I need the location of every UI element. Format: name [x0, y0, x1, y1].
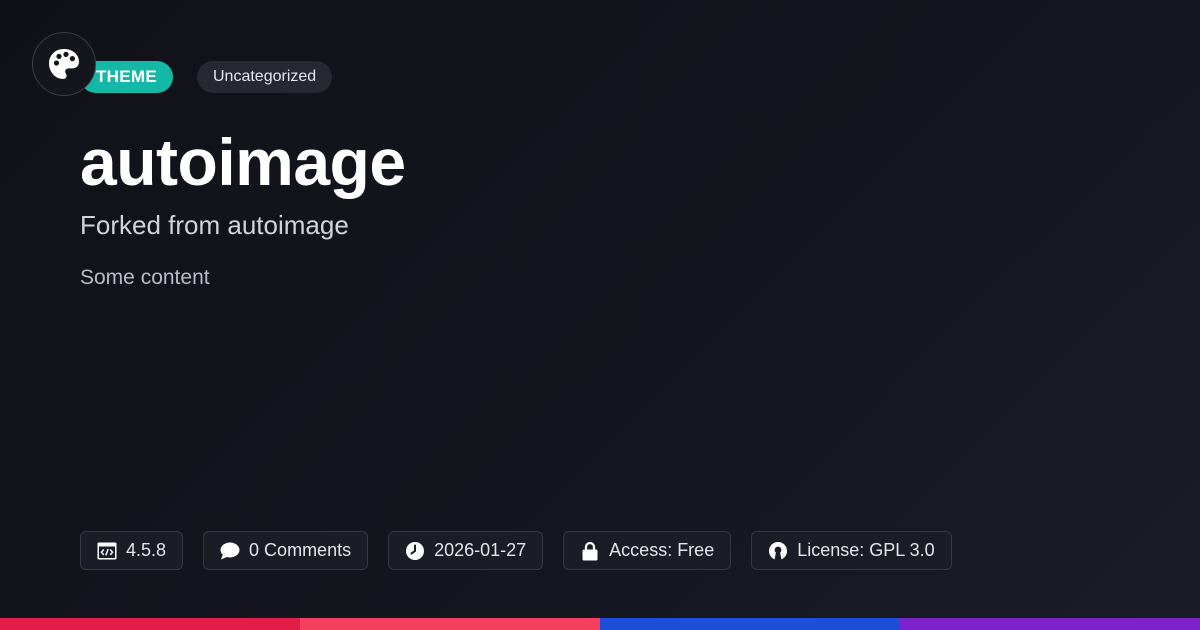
page-title: autoimage: [80, 125, 406, 199]
date-label: 2026-01-27: [434, 540, 527, 560]
comments-label: 0 Comments: [249, 540, 352, 560]
comments-chip[interactable]: 0 Comments: [203, 531, 369, 570]
site-logo[interactable]: [32, 32, 96, 96]
license-chip[interactable]: License: GPL 3.0: [751, 531, 952, 570]
lock-icon: [580, 541, 600, 561]
access-chip: Access: Free: [563, 531, 732, 570]
page-content: Some content: [80, 266, 210, 289]
version-label: 4.5.8: [126, 540, 167, 560]
stripe-segment: [600, 618, 900, 630]
page-subtitle: Forked from autoimage: [80, 210, 349, 240]
meta-row: 4.5.8 0 Comments 2026-01-27 Access: Free: [80, 531, 952, 570]
speech-bubble-icon: [220, 541, 240, 561]
date-chip: 2026-01-27: [388, 531, 544, 570]
stripe-segment: [900, 618, 1200, 630]
category-badge[interactable]: Uncategorized: [197, 61, 333, 93]
stripe-segment: [0, 618, 300, 630]
clock-icon: [405, 541, 425, 561]
palette-icon: [49, 49, 79, 79]
license-label: License: GPL 3.0: [797, 540, 935, 560]
color-stripe: [0, 618, 1200, 630]
access-label: Access: Free: [609, 540, 715, 560]
open-source-icon: [768, 541, 788, 561]
code-window-icon: [97, 541, 117, 561]
stripe-segment: [300, 618, 600, 630]
badge-row: THEME Uncategorized: [80, 61, 333, 93]
version-chip: 4.5.8: [80, 531, 184, 570]
